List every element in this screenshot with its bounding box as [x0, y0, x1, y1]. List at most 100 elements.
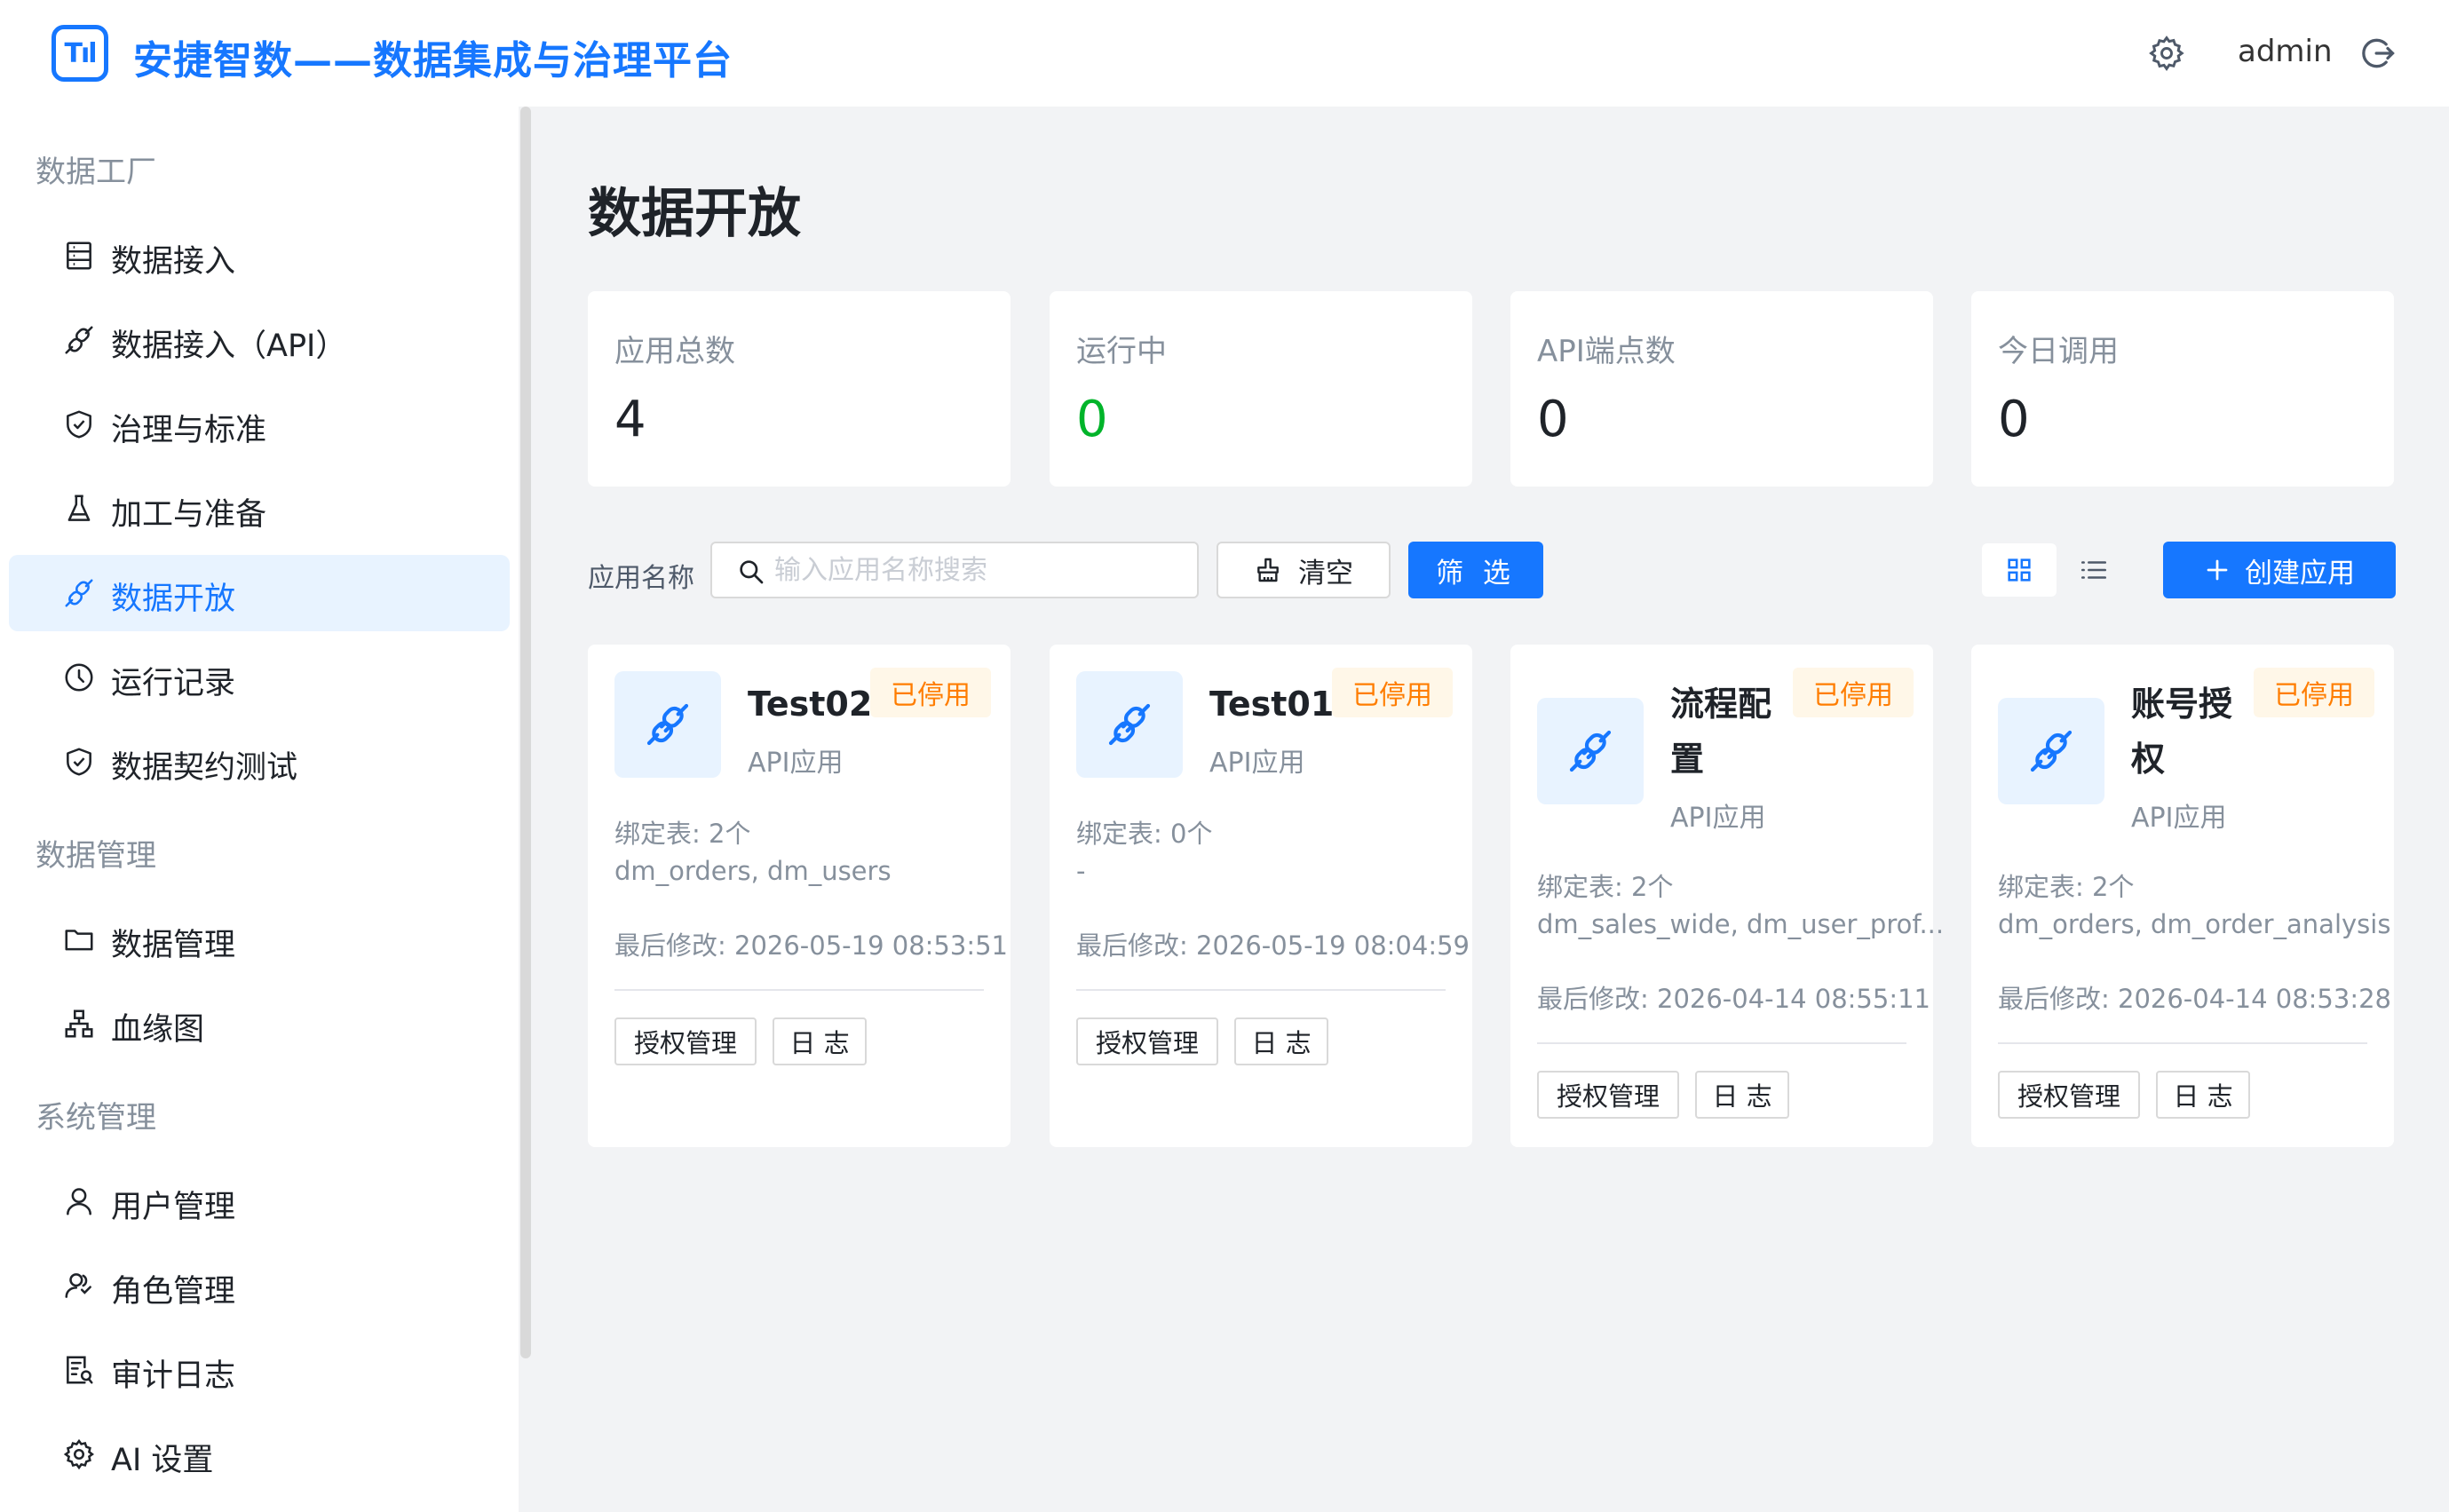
gear-icon: [63, 1438, 94, 1470]
top-header: Tıl 安捷智数——数据集成与治理平台 admin: [0, 0, 2449, 107]
log-button[interactable]: 日 志: [1234, 1017, 1328, 1065]
sidebar-item-label: 数据契约测试: [111, 750, 298, 786]
logout-icon[interactable]: [2358, 34, 2397, 73]
scrollbar-thumb[interactable]: [520, 107, 531, 1358]
last-modified: 最后修改: 2026-05-19 08:53:51: [614, 930, 1008, 961]
stat-card-today-calls: 今日调用 0: [1971, 291, 2394, 487]
sidebar-item-label: AI 设置: [111, 1443, 214, 1478]
sidebar-item-contract-test[interactable]: 数据契约测试: [9, 724, 510, 800]
app-name: Test01: [1209, 685, 1335, 724]
stat-label: API端点数: [1537, 334, 1676, 369]
plug-icon: [1537, 698, 1644, 804]
sidebar-item-label: 数据接入（API）: [111, 329, 347, 364]
audit-icon: [67, 1356, 93, 1384]
sidebar-item-audit-log[interactable]: 审计日志: [9, 1332, 510, 1408]
sidebar-item-label: 审计日志: [111, 1358, 236, 1394]
filter-button[interactable]: 筛 选: [1408, 542, 1543, 598]
status-badge: 已停用: [2254, 668, 2374, 717]
bound-tables-list: -: [1076, 856, 1086, 886]
folder-icon: [65, 930, 93, 951]
stat-label: 今日调用: [1998, 334, 2119, 369]
create-label: 创建应用: [2245, 557, 2355, 590]
log-button[interactable]: 日 志: [1695, 1071, 1789, 1119]
last-modified: 最后修改: 2026-04-14 08:55:11: [1537, 984, 1930, 1014]
bound-tables-list: dm_orders, dm_order_analysis: [1998, 909, 2391, 939]
plus-icon: [2207, 559, 2228, 581]
app-name: Test02: [748, 685, 873, 724]
sidebar-scrollbar[interactable]: [519, 107, 533, 1512]
sidebar-item-label: 治理与标准: [111, 413, 267, 448]
grid-icon: [2008, 558, 2031, 582]
sidebar-item-label: 运行记录: [111, 666, 236, 701]
link-icon: [65, 579, 93, 607]
search-box: [710, 542, 1199, 598]
app-name: 流程配: [1670, 685, 1772, 724]
sidebar-item-label: 血缘图: [111, 1012, 205, 1048]
sidebar-item-ai-settings[interactable]: AI 设置: [9, 1416, 510, 1492]
status-badge: 已停用: [1332, 668, 1453, 717]
page-title: 数据开放: [588, 183, 801, 245]
log-button[interactable]: 日 志: [773, 1017, 867, 1065]
stat-value: 0: [1076, 391, 1108, 448]
create-app-button[interactable]: 创建应用: [2163, 542, 2396, 598]
sidebar-item-run-records[interactable]: 运行记录: [9, 639, 510, 716]
bound-tables-count: 绑定表: 0个: [1076, 819, 1213, 849]
sidebar-item-users[interactable]: 用户管理: [9, 1163, 510, 1239]
sidebar-item-label: 加工与准备: [111, 497, 267, 533]
status-badge: 已停用: [870, 668, 991, 717]
sidebar-item-data-ingestion[interactable]: 数据接入: [9, 218, 510, 294]
username[interactable]: admin: [2238, 34, 2333, 69]
app-card[interactable]: 流程配 置 API应用 已停用 绑定表: 2个 dm_sales_wide, d…: [1510, 645, 1944, 1147]
auth-management-button[interactable]: 授权管理: [614, 1017, 757, 1065]
divider: [1537, 1042, 1906, 1044]
grid-view-button[interactable]: [1982, 543, 2057, 597]
database-icon: [67, 241, 91, 270]
stat-card-total-apps: 应用总数 4: [588, 291, 1011, 487]
bound-tables-count: 绑定表: 2个: [614, 819, 751, 849]
search-input[interactable]: [774, 550, 1183, 590]
app-name-line-2: 权: [2131, 740, 2166, 779]
log-button[interactable]: 日 志: [2156, 1071, 2250, 1119]
app-card[interactable]: Test02 API应用 已停用 绑定表: 2个 dm_orders, dm_u…: [588, 645, 1011, 1147]
plug-icon: [1998, 698, 2104, 804]
auth-management-button[interactable]: 授权管理: [1537, 1071, 1679, 1119]
divider: [614, 989, 984, 991]
app-card[interactable]: Test01 API应用 已停用 绑定表: 0个 - 最后修改: 2026-05…: [1050, 645, 1472, 1147]
gear-icon[interactable]: [2147, 34, 2186, 73]
auth-management-button[interactable]: 授权管理: [1076, 1017, 1218, 1065]
bound-tables-count: 绑定表: 2个: [1998, 872, 2135, 902]
section-label-data-management: 数据管理: [36, 838, 156, 874]
divider: [1076, 989, 1446, 991]
plug-icon: [614, 671, 721, 778]
sidebar-item-data-open[interactable]: 数据开放: [9, 555, 510, 631]
clear-button[interactable]: 清空: [1217, 542, 1391, 598]
view-toggle: [1980, 542, 2131, 598]
auth-management-button[interactable]: 授权管理: [1998, 1071, 2140, 1119]
list-view-button[interactable]: [2057, 543, 2131, 597]
status-badge: 已停用: [1793, 668, 1914, 717]
sidebar-item-lineage[interactable]: 血缘图: [9, 986, 510, 1062]
sidebar-item-processing[interactable]: 加工与准备: [9, 471, 510, 547]
sidebar-item-roles[interactable]: 角色管理: [9, 1247, 510, 1324]
lineage-icon: [65, 1009, 93, 1038]
sidebar-item-governance[interactable]: 治理与标准: [9, 386, 510, 463]
plug-icon: [1076, 671, 1183, 778]
bound-tables-count: 绑定表: 2个: [1537, 872, 1674, 902]
search-icon: [740, 560, 764, 584]
last-modified: 最后修改: 2026-05-19 08:04:59: [1076, 930, 1470, 961]
stat-value: 0: [1998, 391, 2030, 448]
app-title: 安捷智数——数据集成与治理平台: [133, 38, 733, 83]
users-icon: [65, 1273, 91, 1298]
clock-icon: [65, 663, 93, 692]
sidebar-item-label: 数据管理: [111, 928, 236, 963]
sidebar-item-data-ingestion-api[interactable]: 数据接入（API）: [9, 302, 510, 378]
last-modified: 最后修改: 2026-04-14 08:53:28: [1998, 984, 2391, 1014]
app-card[interactable]: 账号授 权 API应用 已停用 绑定表: 2个 dm_orders, dm_or…: [1971, 645, 2394, 1147]
logo-text: Tıl: [64, 37, 97, 69]
stat-label: 运行中: [1076, 334, 1167, 369]
app-type: API应用: [1209, 748, 1305, 779]
stat-value: 4: [614, 391, 646, 448]
sidebar-item-data-management[interactable]: 数据管理: [9, 901, 510, 978]
shield-check-icon: [67, 748, 91, 776]
broom-icon: [1257, 558, 1279, 582]
